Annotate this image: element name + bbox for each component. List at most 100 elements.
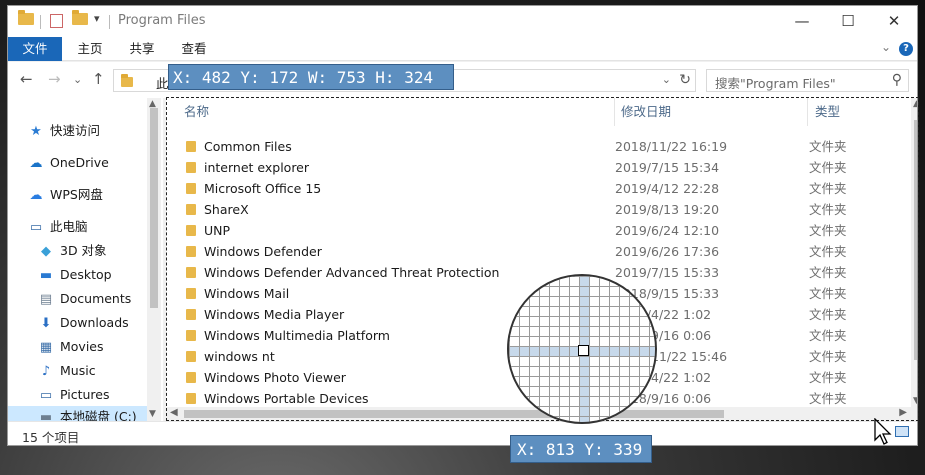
sidebar-item-music[interactable]: ♪ Music <box>38 360 96 382</box>
sidebar-item-documents[interactable]: ▤ Documents <box>38 288 131 310</box>
tab-home[interactable]: 主页 <box>68 37 112 61</box>
file-type: 文件夹 <box>809 223 847 238</box>
mouse-cursor-icon <box>874 418 892 445</box>
sidebar-item-label: 3D 对象 <box>60 243 107 258</box>
properties-icon[interactable] <box>50 14 63 28</box>
folder-icon <box>186 309 196 320</box>
file-type: 文件夹 <box>809 328 847 343</box>
file-date: 2019/8/13 19:20 <box>615 202 720 217</box>
folder-icon <box>186 351 196 362</box>
sidebar-item-label: 此电脑 <box>50 219 88 234</box>
forward-arrow-icon[interactable]: → <box>48 70 61 88</box>
file-type: 文件夹 <box>809 349 847 364</box>
ribbon-collapse-icon[interactable]: ⌄ <box>881 40 891 54</box>
status-bar: 15 个项目 <box>8 421 917 445</box>
table-row[interactable]: Common Files 2018/11/22 16:19 文件夹 <box>166 136 906 157</box>
navigation-pane: ★ 快速访问 ☁ OneDrive ☁ WPS网盘 ▭ 此电脑 ◆ 3D 对象 ▬ Desk… <box>8 98 163 428</box>
recent-locations-icon[interactable]: ⌄ <box>73 73 82 86</box>
folder-icon <box>18 10 34 28</box>
view-toggle-icon[interactable] <box>895 426 909 437</box>
picture-icon: ▭ <box>39 388 53 403</box>
sidebar-item-label: Desktop <box>60 267 112 282</box>
scroll-down-icon[interactable]: ▼ <box>913 396 917 406</box>
file-list-vertical-scrollbar[interactable]: ▲ ▼ <box>911 98 917 421</box>
table-row[interactable]: internet explorer 2019/7/15 15:34 文件夹 <box>166 157 906 178</box>
scroll-right-icon[interactable]: ▶ <box>899 407 907 418</box>
table-row[interactable]: Microsoft Office 15 2019/4/12 22:28 文件夹 <box>166 178 906 199</box>
address-folder-icon <box>121 74 133 90</box>
file-name: Windows Portable Devices <box>204 391 369 406</box>
file-name: windows nt <box>204 349 275 364</box>
file-name: Windows Mail <box>204 286 290 301</box>
sidebar-item-onedrive[interactable]: ☁ OneDrive <box>28 152 109 174</box>
help-icon[interactable]: ? <box>899 42 913 56</box>
navigation-bar: ← → ⌄ ↑ 此 ⌄ ↻ 搜索"Program Files" ⚲ <box>8 62 917 98</box>
file-type: 文件夹 <box>809 181 847 196</box>
address-text: 此 <box>156 76 169 91</box>
sidebar-scrollbar[interactable]: ▲ ▼ <box>147 98 161 421</box>
column-header-type[interactable]: 类型 <box>809 98 909 126</box>
sidebar-item-pictures[interactable]: ▭ Pictures <box>38 384 110 406</box>
file-date: 2018/11/22 16:19 <box>615 139 728 154</box>
item-count: 15 个项目 <box>22 430 80 445</box>
sidebar-item-desktop[interactable]: ▬ Desktop <box>38 264 112 286</box>
film-icon: ▦ <box>39 340 53 355</box>
document-icon: ▤ <box>39 292 53 307</box>
file-name: Microsoft Office 15 <box>204 181 322 196</box>
file-type: 文件夹 <box>809 370 847 385</box>
sidebar-item-label: Downloads <box>60 315 129 330</box>
column-header-name[interactable]: 名称 <box>178 98 615 126</box>
file-date: 2019/4/12 22:28 <box>615 181 720 196</box>
sidebar-item-wps-drive[interactable]: ☁ WPS网盘 <box>28 184 103 206</box>
scroll-down-icon[interactable]: ▼ <box>149 409 156 419</box>
file-name: Windows Multimedia Platform <box>204 328 390 343</box>
folder-icon <box>186 330 196 341</box>
magnifier-center-pixel <box>578 345 589 356</box>
sidebar-item-this-pc[interactable]: ▭ 此电脑 <box>28 216 88 238</box>
title-bar: ▾ Program Files — ☐ ✕ <box>8 6 917 37</box>
cloud-icon: ☁ <box>29 156 43 171</box>
search-icon[interactable]: ⚲ <box>892 72 902 88</box>
sidebar-item-label: Pictures <box>60 387 110 402</box>
scroll-up-icon[interactable]: ▲ <box>913 99 917 109</box>
folder-icon <box>186 141 196 152</box>
ribbon-tabs: 文件 主页 共享 查看 ⌄ ? <box>8 37 917 61</box>
file-name: UNP <box>204 223 231 238</box>
quick-access-dropdown-icon[interactable]: ▾ <box>94 12 100 25</box>
tab-file[interactable]: 文件 <box>8 37 62 61</box>
back-arrow-icon[interactable]: ← <box>20 70 33 88</box>
folder-icon <box>186 372 196 383</box>
file-name: Windows Media Player <box>204 307 345 322</box>
address-dropdown-icon[interactable]: ⌄ <box>662 73 671 86</box>
table-row[interactable]: ShareX 2019/8/13 19:20 文件夹 <box>166 199 906 220</box>
capture-region-readout: X: 482 Y: 172 W: 753 H: 324 <box>168 64 454 90</box>
scroll-left-icon[interactable]: ◀ <box>170 407 178 418</box>
minimize-button[interactable]: — <box>779 6 825 36</box>
sidebar-item-3d-objects[interactable]: ◆ 3D 对象 <box>38 240 107 262</box>
folder-icon <box>186 393 196 404</box>
music-icon: ♪ <box>41 364 51 379</box>
divider <box>109 15 110 29</box>
new-folder-icon[interactable] <box>72 10 88 28</box>
explorer-window: ▾ Program Files — ☐ ✕ 文件 主页 共享 查看 ⌄ ? ← … <box>7 5 918 446</box>
file-type: 文件夹 <box>809 307 847 322</box>
tab-view[interactable]: 查看 <box>172 37 216 61</box>
tab-share[interactable]: 共享 <box>120 37 164 61</box>
search-input[interactable]: 搜索"Program Files" ⚲ <box>706 69 909 92</box>
close-button[interactable]: ✕ <box>871 6 917 36</box>
sidebar-item-quick-access[interactable]: ★ 快速访问 <box>28 120 100 142</box>
column-header-date[interactable]: 修改日期 <box>615 98 808 126</box>
vertical-scroll-thumb[interactable] <box>914 120 917 360</box>
refresh-icon[interactable]: ↻ <box>679 72 691 88</box>
file-type: 文件夹 <box>809 160 847 175</box>
table-row[interactable]: UNP 2019/6/24 12:10 文件夹 <box>166 220 906 241</box>
folder-icon <box>186 288 196 299</box>
up-arrow-icon[interactable]: ↑ <box>92 70 105 88</box>
sidebar-item-downloads[interactable]: ⬇ Downloads <box>38 312 129 334</box>
file-type: 文件夹 <box>809 286 847 301</box>
table-row[interactable]: Windows Defender 2019/6/26 17:36 文件夹 <box>166 241 906 262</box>
sidebar-scroll-thumb[interactable] <box>150 108 158 308</box>
sidebar-item-movies[interactable]: ▦ Movies <box>38 336 104 358</box>
maximize-button[interactable]: ☐ <box>825 6 871 36</box>
sidebar-item-label: Documents <box>60 291 132 306</box>
